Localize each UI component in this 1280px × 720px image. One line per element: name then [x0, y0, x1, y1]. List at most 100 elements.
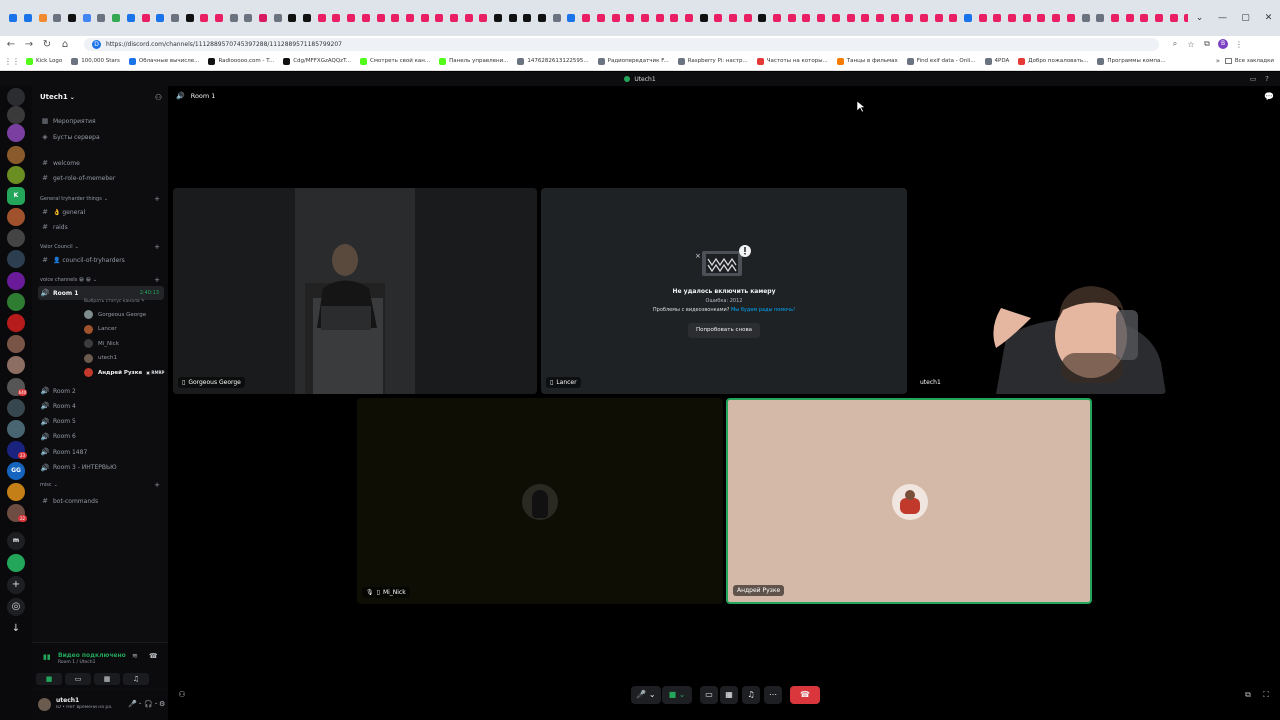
bookmark-item[interactable]: Панель управлени... — [439, 57, 508, 65]
bookmarks-overflow-icon[interactable]: » — [1216, 57, 1220, 65]
browser-tab[interactable] — [755, 7, 770, 29]
activities-button[interactable]: ▦ — [94, 673, 120, 685]
add-channel-icon[interactable]: + — [154, 481, 160, 489]
soundboard-button[interactable]: ♫ — [742, 686, 760, 704]
bookmark-item[interactable]: Kick Logo — [26, 57, 62, 65]
disconnect-icon[interactable]: ☎ — [149, 652, 158, 660]
browser-tab[interactable] — [50, 7, 65, 29]
browser-tab[interactable] — [594, 7, 609, 29]
browser-tab[interactable] — [314, 7, 329, 29]
browser-menu-icon[interactable]: ⋮ — [1231, 40, 1247, 49]
chat-icon[interactable]: 💬 — [1264, 92, 1274, 101]
browser-tab[interactable] — [784, 7, 799, 29]
category-general[interactable]: General tryharder things ⌄ + — [40, 195, 164, 203]
url-field[interactable]: D https://discord.com/channels/111288957… — [84, 37, 1159, 51]
browser-tab[interactable] — [300, 7, 315, 29]
browser-tab[interactable] — [1108, 7, 1123, 29]
browser-tab[interactable] — [138, 7, 153, 29]
close-window-button[interactable]: ✕ — [1257, 13, 1280, 23]
browser-tab[interactable] — [329, 7, 344, 29]
noise-suppression-icon[interactable]: ≋ — [132, 652, 138, 660]
browser-tab[interactable] — [638, 7, 653, 29]
tab-search-icon[interactable]: ⌄ — [1188, 13, 1211, 23]
server-icon[interactable] — [7, 272, 25, 290]
browser-tab[interactable] — [256, 7, 271, 29]
browser-tab[interactable] — [241, 7, 256, 29]
bookmark-star-icon[interactable]: ☆ — [1183, 40, 1199, 49]
extensions-icon[interactable]: ⧉ — [1199, 39, 1215, 49]
gear-icon[interactable]: ⚙ — [159, 700, 165, 708]
server-icon[interactable] — [7, 229, 25, 247]
browser-tab[interactable] — [740, 7, 755, 29]
channel-get-role[interactable]: # get-role-of-memeber — [38, 171, 164, 185]
minimize-button[interactable]: — — [1211, 13, 1234, 23]
bookmark-item[interactable]: Программы компа... — [1097, 57, 1166, 65]
browser-tab[interactable] — [652, 7, 667, 29]
invite-people-icon[interactable]: ⚇ — [176, 686, 188, 704]
profile-avatar[interactable]: B — [1218, 39, 1228, 49]
browser-tab[interactable] — [564, 7, 579, 29]
bookmark-item[interactable]: Облачные вычисле... — [128, 57, 199, 65]
browser-tab[interactable] — [829, 7, 844, 29]
server-icon[interactable] — [7, 399, 25, 417]
browser-tab[interactable] — [1049, 7, 1064, 29]
voice-channel[interactable]: 🔊 Room 3 - ИНТЕРВЬЮ — [38, 461, 164, 475]
bookmark-item[interactable]: Добро пожаловать... — [1018, 57, 1088, 65]
browser-tab[interactable] — [21, 7, 36, 29]
bookmark-item[interactable]: Смотреть свой кан... — [360, 57, 430, 65]
add-channel-icon[interactable]: + — [154, 276, 160, 284]
browser-tab[interactable] — [197, 7, 212, 29]
category-voice[interactable]: voice channels 😀 😀 ⌄ + — [40, 276, 164, 284]
browser-tab[interactable] — [726, 7, 741, 29]
browser-tab[interactable] — [94, 7, 109, 29]
browser-tab[interactable] — [344, 7, 359, 29]
browser-tab[interactable] — [447, 7, 462, 29]
server-icon[interactable] — [7, 293, 25, 311]
browser-tab[interactable] — [520, 7, 535, 29]
channel-raids[interactable]: # raids — [38, 220, 164, 234]
bookmark-item[interactable]: Raspberry Pi: настр... — [677, 57, 748, 65]
browser-tab[interactable] — [858, 7, 873, 29]
avatar[interactable] — [38, 698, 51, 711]
browser-tab[interactable] — [461, 7, 476, 29]
mic-icon[interactable]: 🎤 — [128, 700, 137, 708]
browser-tab[interactable] — [373, 7, 388, 29]
video-tile-gorgeous-george[interactable]: ▯ Gorgeous George — [173, 188, 537, 394]
bookmark-item[interactable]: Частоты на которы... — [756, 57, 828, 65]
browser-tab[interactable] — [1166, 7, 1181, 29]
browser-tab[interactable] — [799, 7, 814, 29]
browser-tab[interactable] — [667, 7, 682, 29]
home-button[interactable]: ⌂ — [56, 39, 74, 50]
sidebar-item-boosts[interactable]: ◈ Бусты сервера — [38, 130, 164, 144]
server-header[interactable]: Utech1 ⌄ ⚇ — [32, 86, 168, 108]
bookmark-item[interactable]: Radiooooo.com - T... — [208, 57, 274, 65]
browser-tab[interactable] — [608, 7, 623, 29]
browser-tab[interactable] — [270, 7, 285, 29]
server-icon[interactable] — [7, 124, 25, 142]
voice-channel[interactable]: 🔊 Room 4 — [38, 399, 164, 413]
server-icon[interactable] — [7, 88, 25, 106]
server-icon-active[interactable]: K — [7, 187, 25, 205]
screen-share-button[interactable]: ▭ — [65, 673, 91, 685]
server-icon[interactable] — [7, 314, 25, 332]
browser-tab[interactable] — [917, 7, 932, 29]
bookmark-item[interactable]: Find exif data - Onli... — [906, 57, 976, 65]
browser-tab[interactable] — [6, 7, 21, 29]
browser-tab[interactable] — [770, 7, 785, 29]
video-tile-utech1[interactable]: utech1 — [911, 188, 1166, 394]
screen-share-button[interactable]: ▭ — [700, 686, 718, 704]
browser-tab[interactable] — [711, 7, 726, 29]
voice-channel-room-1[interactable]: 🔊 Room 1 2:40:13 — [38, 286, 164, 300]
browser-tab[interactable] — [226, 7, 241, 29]
browser-tab[interactable] — [168, 7, 183, 29]
add-server-icon[interactable]: + — [7, 576, 25, 594]
server-icon[interactable] — [7, 356, 25, 374]
channel-bot-commands[interactable]: # bot-commands — [38, 494, 164, 508]
browser-tab[interactable] — [35, 7, 50, 29]
browser-tab[interactable] — [1152, 7, 1167, 29]
browser-tab[interactable] — [1137, 7, 1152, 29]
back-button[interactable]: ← — [2, 39, 20, 50]
voice-channel[interactable]: 🔊 Room 1487 — [38, 445, 164, 459]
pop-out-icon[interactable]: ⧉ — [1242, 686, 1254, 704]
inbox-icon[interactable]: ▭ — [1246, 75, 1260, 83]
